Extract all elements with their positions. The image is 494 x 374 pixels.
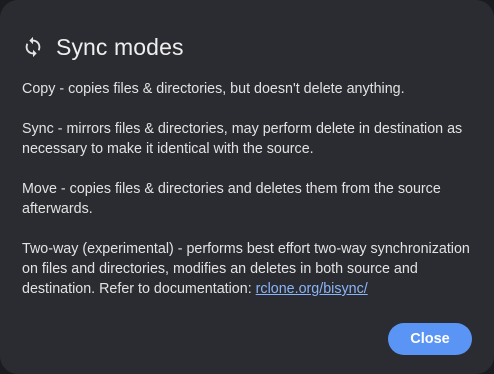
two-way-text: Two-way (experimental) - performs best e… (22, 241, 470, 297)
move-mode-description: Move - copies files & directories and de… (22, 181, 441, 217)
two-way-mode-description: Two-way (experimental) - performs best e… (22, 239, 474, 299)
sync-mode-description: Sync - mirrors files & directories, may … (22, 121, 463, 157)
dialog-body: Copy - copies files & directories, but d… (22, 79, 474, 319)
sync-icon (22, 36, 44, 58)
dialog-title: Sync modes (56, 34, 184, 60)
dialog-header: Sync modes (22, 33, 184, 61)
documentation-link[interactable]: rclone.org/bisync/ (256, 281, 368, 297)
sync-modes-dialog: Sync modes Copy - copies files & directo… (0, 0, 494, 374)
copy-mode-description: Copy - copies files & directories, but d… (22, 81, 405, 97)
close-button[interactable]: Close (388, 323, 472, 355)
